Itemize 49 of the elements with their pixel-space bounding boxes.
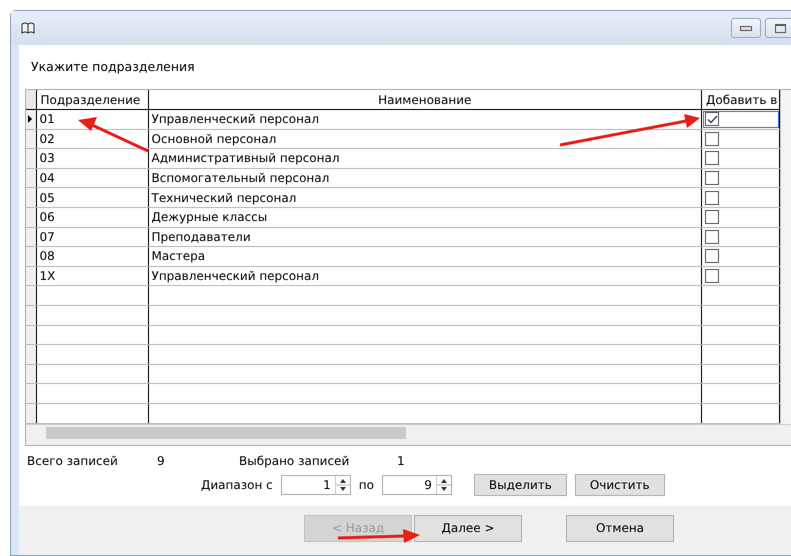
row-header[interactable] [26, 110, 36, 130]
total-count: 9 [157, 454, 166, 468]
nav-button[interactable]: Отмена [566, 514, 674, 542]
checkbox[interactable] [705, 210, 720, 224]
range-button[interactable]: Очистить [574, 474, 665, 496]
total-label: Всего записей [27, 454, 119, 468]
checkbox[interactable] [705, 249, 720, 264]
row-pointer-icon [28, 115, 32, 124]
range-to-spinner[interactable]: 9 [382, 474, 452, 494]
table-cell: 04 [36, 168, 148, 188]
nav-button[interactable]: Далее > [414, 514, 522, 542]
table-cell: Преподаватели [148, 227, 702, 247]
table-cell: 05 [36, 188, 148, 208]
table-cell: 03 [36, 148, 148, 168]
table-cell: 08 [36, 246, 148, 266]
selected-count: 1 [397, 454, 405, 468]
table-cell: Управленческий персонал [148, 266, 702, 286]
annotation-arrow [78, 117, 149, 152]
column-header[interactable]: Наименование [148, 90, 702, 110]
checkbox[interactable] [705, 151, 720, 166]
maximize-button[interactable] [765, 18, 791, 38]
column-header[interactable]: Подразделение [36, 90, 148, 110]
table-cell: 07 [36, 227, 148, 247]
table-cell: Основной персонал [148, 129, 702, 149]
spin-arrows-icon[interactable] [334, 476, 350, 494]
checkbox[interactable] [705, 132, 720, 146]
range-button[interactable]: Выделить [474, 474, 567, 496]
checkbox[interactable] [705, 171, 720, 186]
table-cell: 06 [36, 207, 148, 228]
prompt-text: Укажите подразделения [30, 58, 196, 76]
checkbox[interactable] [705, 269, 720, 284]
checkbox[interactable] [705, 112, 720, 126]
table-cell: Административный персонал [148, 148, 702, 168]
table-cell: Вспомогательный персонал [148, 168, 702, 188]
table-cell: Мастера [148, 246, 702, 266]
range-to-label: по [358, 478, 374, 492]
table-cell: 1X [36, 266, 148, 286]
checkbox[interactable] [705, 230, 720, 244]
table-cell: Технический персонал [148, 188, 702, 208]
range-from-spinner[interactable]: 1 [280, 474, 351, 494]
minimize-button[interactable] [731, 18, 761, 38]
checkbox[interactable] [705, 190, 720, 205]
range-from-label: Диапазон с [201, 478, 273, 492]
column-header[interactable]: Добавить в [702, 90, 780, 110]
selected-label: Выбрано записей [239, 454, 350, 468]
table-cell: 02 [36, 129, 148, 149]
book-icon [21, 22, 35, 34]
table-cell: Дежурные классы [148, 207, 702, 228]
spin-arrows-icon[interactable] [436, 476, 451, 494]
